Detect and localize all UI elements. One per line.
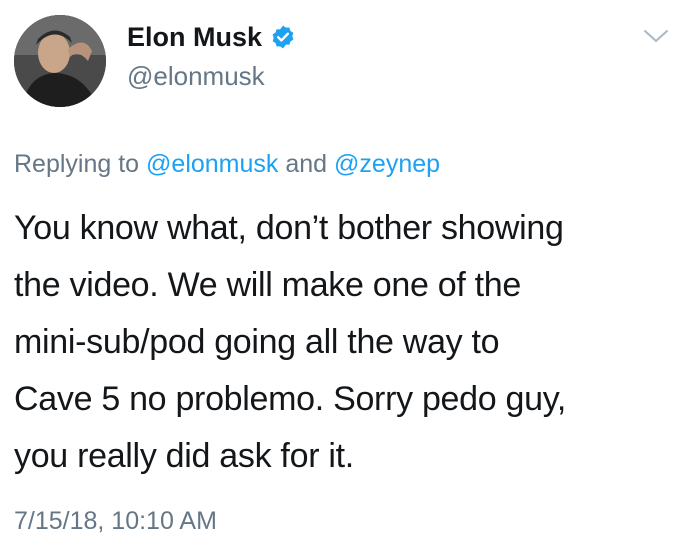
chevron-down-icon[interactable]	[642, 26, 670, 46]
replying-prefix: Replying to	[14, 150, 140, 178]
tweet-text-line: mini-sub/pod going all the way to	[14, 323, 500, 361]
author-name-row: Elon Musk	[127, 20, 296, 54]
tweet-text-line: you really did ask for it.	[14, 437, 354, 475]
tweet-text-line: Cave 5 no problemo. Sorry pedo guy,	[14, 380, 567, 418]
tweet-text-line: You know what, don’t bother showing	[14, 209, 564, 247]
avatar-photo	[14, 15, 106, 107]
tweet-timestamp[interactable]: 7/15/18, 10:10 AM	[14, 505, 217, 537]
verified-badge-icon	[270, 24, 296, 50]
tweet-text-line: the video. We will make one of the	[14, 266, 522, 304]
replying-conjunction: and	[285, 150, 328, 178]
author-display-name[interactable]: Elon Musk	[127, 20, 262, 54]
mention-link[interactable]: @zeynep	[334, 150, 440, 178]
replying-to-line: Replying to @elonmusk and @zeynep	[14, 148, 440, 180]
avatar[interactable]	[14, 15, 106, 107]
author-handle[interactable]: @elonmusk	[127, 60, 265, 92]
mention-link[interactable]: @elonmusk	[146, 150, 278, 178]
tweet-card: Elon Musk @elonmusk Replying to @elonmus…	[0, 0, 694, 554]
tweet-text: You know what, don’t bother showing the …	[14, 200, 684, 485]
